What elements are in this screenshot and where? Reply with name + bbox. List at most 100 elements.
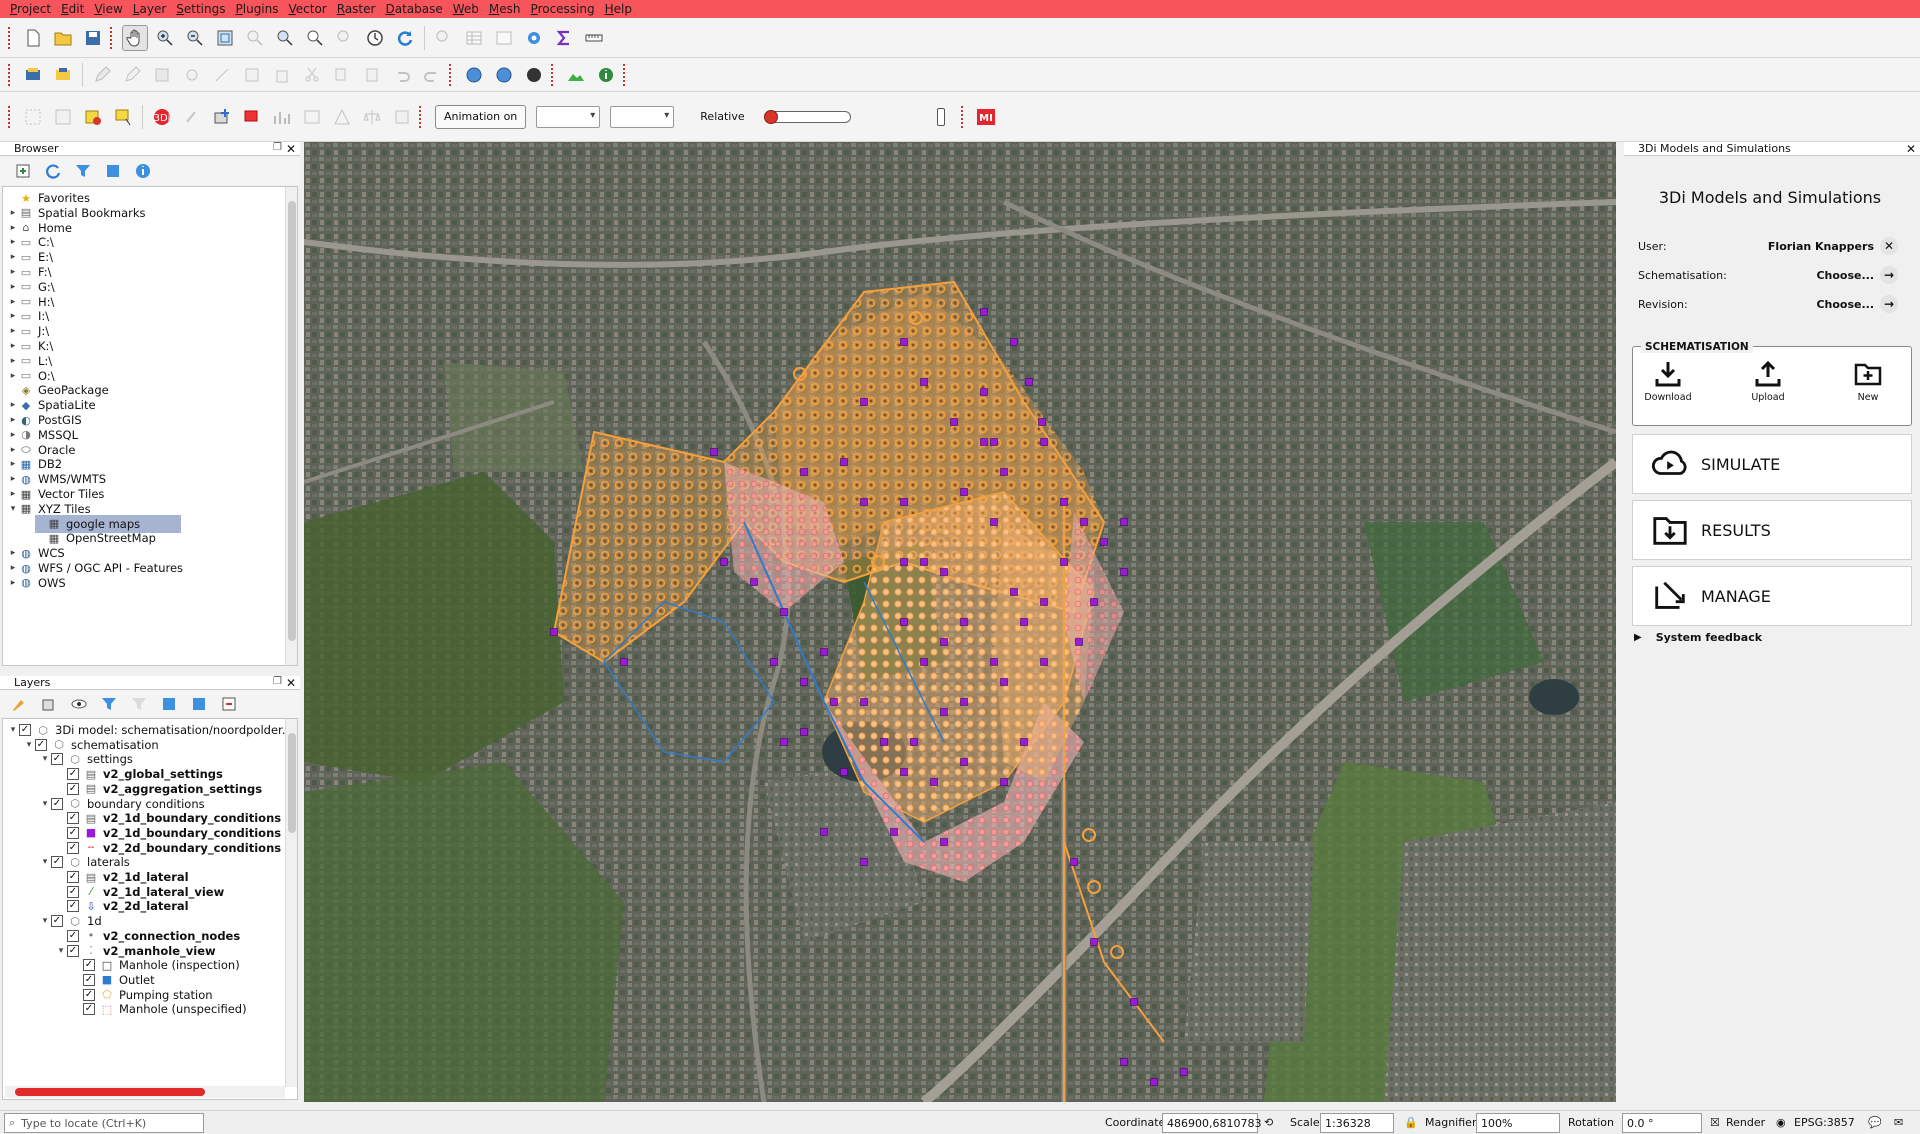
sideview-button[interactable] xyxy=(299,104,325,130)
chevron-down-icon[interactable]: ▾ xyxy=(7,504,19,514)
map-canvas[interactable] xyxy=(304,142,1616,1102)
layer-visibility-checkbox[interactable]: ✓ xyxy=(67,826,79,839)
menu-view[interactable]: View xyxy=(94,2,122,16)
magnifier-field[interactable]: 100% xyxy=(1476,1113,1560,1133)
new-layer-button[interactable] xyxy=(50,62,76,88)
chevron-right-icon[interactable]: ▸ xyxy=(7,223,19,233)
toggle-editing-button[interactable] xyxy=(89,62,115,88)
zoom-selection-button[interactable] xyxy=(242,25,268,51)
chevron-right-icon[interactable]: ▸ xyxy=(7,356,19,366)
add-selected-layers-button[interactable] xyxy=(10,158,36,184)
layer-visibility-checkbox[interactable]: ✓ xyxy=(51,915,63,928)
layer-item[interactable]: ✓ ⬚ Manhole (unspecified) xyxy=(71,1000,247,1018)
revision-value[interactable]: Choose... xyxy=(1816,298,1874,311)
layers-hscrollbar[interactable] xyxy=(5,1086,285,1098)
chevron-right-icon[interactable]: ▸ xyxy=(7,297,19,307)
time-slider[interactable] xyxy=(763,109,851,124)
mi-plugin-button[interactable]: MI xyxy=(973,104,999,130)
layer-visibility-checkbox[interactable]: ✓ xyxy=(67,944,79,957)
toolbar-handle[interactable] xyxy=(110,26,114,49)
toolbar-handle[interactable] xyxy=(8,105,12,128)
expand-all-button[interactable] xyxy=(156,691,182,717)
layer-visibility-checkbox[interactable]: ✓ xyxy=(83,959,95,972)
filter-legend-button[interactable] xyxy=(126,691,152,717)
chevron-down-icon[interactable]: ▾ xyxy=(39,799,51,809)
close-icon[interactable]: ✕ xyxy=(286,142,296,156)
chevron-right-icon[interactable]: ▸ xyxy=(7,430,19,440)
zoom-out-button[interactable] xyxy=(182,25,208,51)
toolbar-handle[interactable] xyxy=(960,105,965,128)
arrow-right-icon[interactable]: → xyxy=(1880,295,1898,313)
add-wms-button[interactable] xyxy=(461,62,487,88)
field-calculator-button[interactable] xyxy=(491,25,517,51)
layer-visibility-checkbox[interactable]: ✓ xyxy=(19,724,31,736)
zoom-in-button[interactable] xyxy=(152,25,178,51)
layer-filter-button[interactable] xyxy=(96,691,122,717)
chevron-right-icon[interactable]: ▸ xyxy=(7,237,19,247)
vertex-tool-button[interactable] xyxy=(209,62,235,88)
manage-visibility-button[interactable] xyxy=(66,691,92,717)
menu-raster[interactable]: Raster xyxy=(337,2,376,16)
animation-toggle-button[interactable]: Animation on xyxy=(435,104,527,129)
chevron-right-icon[interactable]: ▸ xyxy=(7,415,19,425)
layer-visibility-checkbox[interactable]: ✓ xyxy=(67,841,79,854)
chevron-down-icon[interactable]: ▾ xyxy=(39,754,51,764)
coordinate-field[interactable]: 486900,6810783 xyxy=(1162,1113,1261,1133)
toolbox-clear-button[interactable] xyxy=(179,104,205,130)
layer-visibility-checkbox[interactable]: ✓ xyxy=(83,1003,95,1016)
pan-map-button[interactable] xyxy=(122,24,148,51)
chevron-right-icon[interactable]: ▸ xyxy=(7,282,19,292)
menu-database[interactable]: Database xyxy=(385,2,442,16)
chevron-right-icon[interactable]: ▸ xyxy=(7,341,19,351)
add-wcs-button[interactable] xyxy=(521,62,547,88)
chevron-right-icon[interactable]: ▸ xyxy=(7,208,19,218)
layer-visibility-checkbox[interactable]: ✓ xyxy=(67,900,79,913)
chevron-down-icon[interactable]: ▾ xyxy=(55,946,67,956)
select-features-button[interactable] xyxy=(20,104,46,130)
toolbar-toggle[interactable] xyxy=(936,107,945,126)
new-project-button[interactable] xyxy=(20,25,46,51)
chevron-down-icon[interactable]: ▾ xyxy=(39,857,51,867)
menu-settings[interactable]: Settings xyxy=(176,2,225,16)
layer-visibility-checkbox[interactable]: ✓ xyxy=(67,782,79,795)
zoom-layer-button[interactable] xyxy=(272,25,298,51)
save-project-button[interactable] xyxy=(80,25,106,51)
undo-button[interactable] xyxy=(389,62,415,88)
layers-scrollbar-thumb[interactable] xyxy=(288,733,296,833)
open-project-button[interactable] xyxy=(50,25,76,51)
layer-visibility-checkbox[interactable]: ✓ xyxy=(67,768,79,781)
arrow-right-icon[interactable]: → xyxy=(1880,266,1898,284)
chevron-right-icon[interactable]: ▸ xyxy=(7,371,19,381)
float-icon[interactable]: ❐ xyxy=(273,676,282,687)
chevron-right-icon[interactable]: ▸ xyxy=(7,578,19,588)
toolbar-handle[interactable] xyxy=(8,63,12,86)
layer-styling-button[interactable] xyxy=(6,691,32,717)
chevron-right-icon[interactable]: ▸ xyxy=(7,474,19,484)
collapse-all-layers-button[interactable] xyxy=(186,691,212,717)
settings-button[interactable] xyxy=(521,25,547,51)
select-by-value-button[interactable] xyxy=(50,104,76,130)
data-source-manager-button[interactable] xyxy=(20,62,46,88)
add-wfs-button[interactable] xyxy=(491,62,517,88)
chevron-right-icon[interactable]: ▸ xyxy=(7,326,19,336)
watershed-button[interactable] xyxy=(329,104,355,130)
menu-project[interactable]: Project xyxy=(10,2,51,16)
profile-tool-button[interactable] xyxy=(563,62,589,88)
menu-help[interactable]: Help xyxy=(605,2,632,16)
simulate-button[interactable]: SIMULATE xyxy=(1632,434,1912,494)
collapse-all-button[interactable] xyxy=(100,158,126,184)
animation-difference-combo[interactable] xyxy=(610,105,675,128)
browser-scrollbar[interactable] xyxy=(285,187,297,665)
layer-visibility-checkbox[interactable]: ✓ xyxy=(67,812,79,825)
select-location-button[interactable] xyxy=(110,104,136,130)
modify-attributes-button[interactable] xyxy=(239,62,265,88)
rotation-field[interactable]: 0.0 ° xyxy=(1622,1113,1702,1133)
log-messages-icon[interactable]: ✉ xyxy=(1894,1116,1903,1129)
layer-visibility-checkbox[interactable]: ✓ xyxy=(67,929,79,942)
graph-button[interactable] xyxy=(269,104,295,130)
current-edits-button[interactable] xyxy=(119,62,145,88)
logout-icon[interactable]: ✕ xyxy=(1880,237,1898,255)
scale-field[interactable]: 1:36328 xyxy=(1320,1113,1394,1133)
results-button[interactable]: RESULTS xyxy=(1632,500,1912,560)
layer-visibility-checkbox[interactable]: ✓ xyxy=(35,738,47,751)
